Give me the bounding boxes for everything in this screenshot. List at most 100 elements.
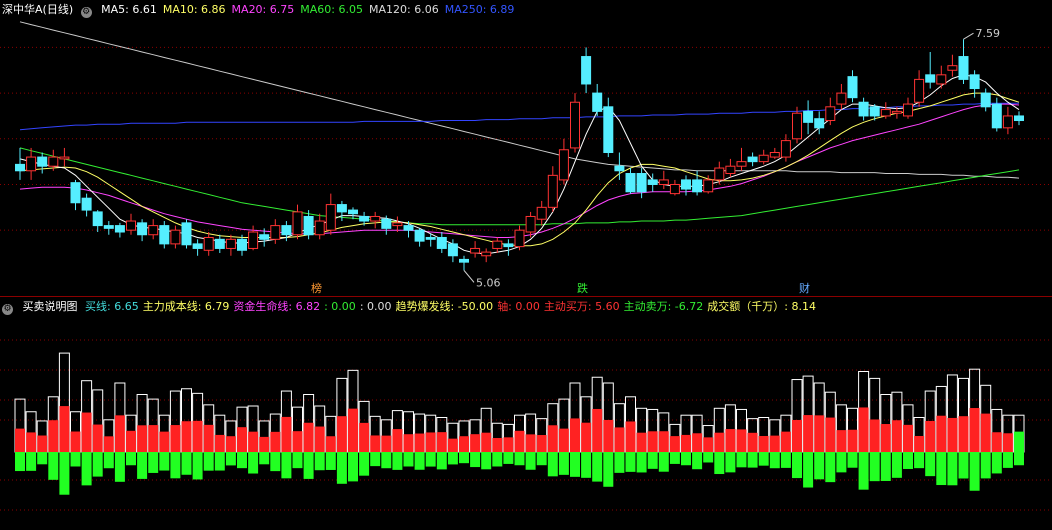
sell-bar (248, 452, 259, 474)
sell-bar (825, 452, 836, 483)
sell-bar (792, 452, 802, 479)
sell-bar (281, 452, 292, 479)
buy-bar (558, 428, 569, 452)
buy-bar (259, 436, 270, 452)
buy-bar (348, 408, 358, 452)
buy-bar (581, 422, 592, 452)
buy-bar (936, 415, 947, 452)
sell-bar (592, 452, 603, 482)
sell-bar (570, 452, 580, 477)
buy-bar (148, 425, 159, 452)
buy-bar (814, 415, 825, 452)
sell-bar (126, 452, 136, 466)
buy-bar (292, 431, 303, 452)
buy-bar (459, 436, 469, 452)
buy-bar (692, 433, 703, 452)
buy-bar (192, 420, 203, 452)
buy-bar (103, 436, 114, 452)
buy-bar (681, 434, 691, 452)
buy-bar (225, 436, 236, 452)
sell-bar (70, 452, 81, 467)
buy-bar (59, 406, 70, 452)
sell-bar (470, 452, 481, 468)
buy-bar (181, 421, 192, 452)
buy-bar (503, 437, 514, 452)
buy-bar (214, 434, 225, 452)
buy-bar (359, 422, 370, 452)
buy-bar (792, 419, 802, 452)
sell-bar (747, 452, 758, 468)
buy-bar (825, 417, 836, 452)
buy-bar (15, 428, 25, 452)
buy-bar (891, 420, 902, 452)
buy-bar (492, 438, 503, 452)
sell-bar (381, 452, 392, 469)
sell-bar (769, 452, 780, 469)
marker-die: 跌 (577, 282, 588, 295)
sell-bar (1014, 452, 1024, 466)
buy-bar (880, 424, 891, 452)
sell-bar (370, 452, 381, 467)
buy-bar (603, 419, 614, 452)
buy-bar (769, 435, 780, 452)
sell-bar (37, 452, 48, 465)
sell-bar (836, 452, 847, 473)
buy-bar (758, 435, 769, 452)
sell-bar (503, 452, 514, 464)
buy-bar (248, 431, 259, 452)
sell-bar (647, 452, 658, 469)
sell-bar (137, 452, 148, 479)
buy-bar (425, 432, 436, 452)
buy-bar (203, 424, 214, 452)
sell-bar (26, 452, 37, 471)
buy-bar (514, 430, 525, 452)
buy-bar (525, 434, 536, 452)
sell-bar (780, 452, 791, 468)
sell-bar (669, 452, 680, 464)
buy-bar (969, 408, 980, 452)
sell-bar (703, 452, 714, 463)
sell-bar (103, 452, 114, 469)
sell-bar (614, 452, 625, 473)
sell-bar (159, 452, 170, 471)
buy-bar (237, 427, 247, 452)
buy-bar (447, 438, 458, 452)
sell-bar (980, 452, 991, 479)
buy-bar (126, 430, 136, 452)
sell-bar (692, 452, 703, 470)
sell-bar (359, 452, 370, 476)
sell-bar (814, 452, 825, 480)
sell-bar (758, 452, 769, 466)
sell-bar (958, 452, 969, 479)
sell-bar (181, 452, 192, 475)
buy-bar (170, 425, 181, 452)
sell-bar (492, 452, 503, 467)
buy-bar (647, 431, 658, 452)
buy-bar (381, 435, 392, 452)
sell-bar (536, 452, 547, 466)
sell-bar (714, 452, 725, 475)
sell-bar (303, 452, 314, 479)
buy-sell-chart[interactable] (0, 0, 1052, 530)
sell-bar (947, 452, 958, 486)
sell-bar (170, 452, 181, 479)
sell-bar (803, 452, 814, 488)
sell-bar (736, 452, 747, 468)
buy-bar (1014, 431, 1024, 452)
buy-bar (725, 429, 736, 452)
buy-bar (436, 432, 447, 452)
sell-bar (603, 452, 614, 487)
buy-bar (780, 431, 791, 452)
sell-bar (903, 452, 913, 469)
buy-bar (747, 432, 758, 452)
buy-bar (414, 433, 425, 452)
sell-bar (348, 452, 358, 482)
sell-bar (658, 452, 669, 472)
sell-bar (114, 452, 125, 482)
sell-bar (225, 452, 236, 466)
buy-bar (303, 422, 314, 452)
buy-bar (947, 417, 958, 452)
buy-bar (703, 437, 714, 452)
buy-bar (803, 415, 814, 452)
sell-bar (581, 452, 592, 478)
